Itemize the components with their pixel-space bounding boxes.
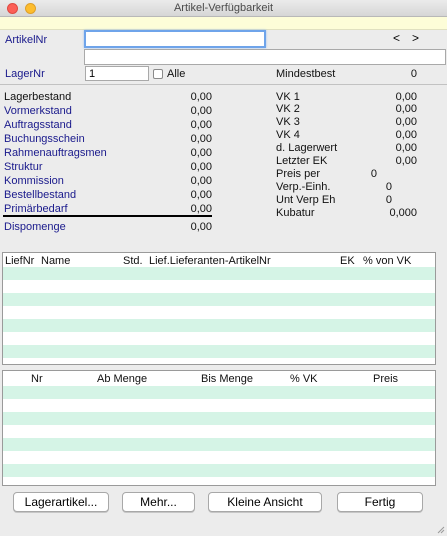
title-bar: Artikel-Verfügbarkeit xyxy=(0,0,447,17)
fertig-button[interactable]: Fertig xyxy=(337,492,423,512)
stock-value: 0,00 xyxy=(190,91,212,103)
col-prozent-vk[interactable]: % VK xyxy=(290,373,318,385)
stock-label[interactable]: Vormerkstand xyxy=(4,105,72,117)
quantity-price-table[interactable]: Nr Ab Menge Bis Menge % VK Preis xyxy=(2,370,436,486)
price-value: 0,00 xyxy=(395,155,417,167)
stock-value: 0,00 xyxy=(190,175,212,187)
table-row[interactable] xyxy=(3,477,435,485)
col-preis[interactable]: Preis xyxy=(373,373,398,385)
previous-article-button[interactable]: < xyxy=(393,31,400,45)
lagernr-input[interactable] xyxy=(85,66,149,81)
price-value: 0 xyxy=(385,181,392,193)
price-label: VK 1 xyxy=(276,91,300,103)
mindestbest-value: 0 xyxy=(410,68,417,80)
price-label: VK 3 xyxy=(276,116,300,128)
price-label: Kubatur xyxy=(276,207,315,219)
table-row[interactable] xyxy=(3,412,435,425)
col-prozent-vk[interactable]: % von VK xyxy=(363,255,411,267)
message-bar xyxy=(0,17,447,30)
col-nr[interactable]: Nr xyxy=(31,373,43,385)
stock-value: 0,00 xyxy=(190,161,212,173)
table-row[interactable] xyxy=(3,293,435,306)
price-label: VK 2 xyxy=(276,103,300,115)
alle-label: Alle xyxy=(167,68,186,80)
stock-label[interactable]: Bestellbestand xyxy=(4,189,76,201)
lagernr-label: LagerNr xyxy=(5,68,45,80)
col-liefnr[interactable]: LiefNr xyxy=(5,255,34,267)
col-ek[interactable]: EK xyxy=(340,255,355,267)
window-title: Artikel-Verfügbarkeit xyxy=(173,2,274,14)
price-value: 0,000 xyxy=(389,207,417,219)
table-row[interactable] xyxy=(3,280,435,293)
mindestbest-label: Mindestbest xyxy=(276,68,336,80)
stock-value: 0,00 xyxy=(190,203,212,215)
stock-label[interactable]: Kommission xyxy=(4,175,64,187)
price-label: VK 4 xyxy=(276,129,300,141)
kleine-ansicht-button[interactable]: Kleine Ansicht xyxy=(208,492,322,512)
supplier-table[interactable]: LiefNr Name Std. Lief.Lieferanten-Artike… xyxy=(2,252,436,365)
table-row[interactable] xyxy=(3,399,435,412)
stock-label[interactable]: Dispomenge xyxy=(4,221,66,233)
stock-label[interactable]: Primärbedarf xyxy=(4,203,68,215)
stock-value: 0,00 xyxy=(190,221,212,233)
sum-line xyxy=(3,215,212,217)
artikelnr-label: ArtikelNr xyxy=(5,34,48,46)
quantity-table-header: Nr Ab Menge Bis Menge % VK Preis xyxy=(3,371,435,385)
stock-label[interactable]: Buchungsschein xyxy=(4,133,85,145)
stock-value: 0,00 xyxy=(190,119,212,131)
alle-checkbox[interactable] xyxy=(153,69,163,79)
price-label: Preis per xyxy=(276,168,321,180)
next-article-button[interactable]: > xyxy=(412,31,419,45)
lagerartikel-button[interactable]: Lagerartikel... xyxy=(13,492,109,512)
price-value: 0,00 xyxy=(395,142,417,154)
price-label: Unt Verp Eh xyxy=(276,194,336,206)
price-value: 0 xyxy=(370,168,377,180)
table-row[interactable] xyxy=(3,464,435,477)
resize-grip-icon[interactable] xyxy=(437,526,445,534)
stock-label[interactable]: Struktur xyxy=(4,161,43,173)
table-row[interactable] xyxy=(3,267,435,280)
price-label: Letzter EK xyxy=(276,155,328,167)
mehr-button[interactable]: Mehr... xyxy=(122,492,195,512)
price-value: 0 xyxy=(385,194,392,206)
table-row[interactable] xyxy=(3,451,435,464)
stock-label[interactable]: Auftragsstand xyxy=(4,119,72,131)
stock-value: 0,00 xyxy=(190,133,212,145)
stock-value: 0,00 xyxy=(190,147,212,159)
price-value: 0,00 xyxy=(395,103,417,115)
price-value: 0,00 xyxy=(395,116,417,128)
table-row[interactable] xyxy=(3,438,435,451)
table-row[interactable] xyxy=(3,386,435,399)
stock-label[interactable]: Rahmenauftragsmen xyxy=(4,147,107,159)
table-row[interactable] xyxy=(3,425,435,438)
price-value: 0,00 xyxy=(395,91,417,103)
stock-value: 0,00 xyxy=(190,105,212,117)
stock-value: 0,00 xyxy=(190,189,212,201)
col-bis-menge[interactable]: Bis Menge xyxy=(201,373,253,385)
table-row[interactable] xyxy=(3,306,435,319)
table-row[interactable] xyxy=(3,358,435,364)
col-lief-artikelnr[interactable]: Lief.Lieferanten-ArtikelNr xyxy=(149,255,271,267)
artikelnr-input[interactable] xyxy=(84,30,266,48)
stock-label: Lagerbestand xyxy=(4,91,72,103)
table-row[interactable] xyxy=(3,319,435,332)
description-field[interactable] xyxy=(84,49,446,65)
section-divider xyxy=(0,84,447,85)
price-label: d. Lagerwert xyxy=(276,142,338,154)
table-row[interactable] xyxy=(3,345,435,358)
col-ab-menge[interactable]: Ab Menge xyxy=(97,373,147,385)
supplier-table-header: LiefNr Name Std. Lief.Lieferanten-Artike… xyxy=(3,253,435,267)
price-label: Verp.-Einh. xyxy=(276,181,331,193)
price-value: 0,00 xyxy=(395,129,417,141)
col-name[interactable]: Name xyxy=(41,255,70,267)
table-row[interactable] xyxy=(3,332,435,345)
col-std[interactable]: Std. xyxy=(123,255,143,267)
